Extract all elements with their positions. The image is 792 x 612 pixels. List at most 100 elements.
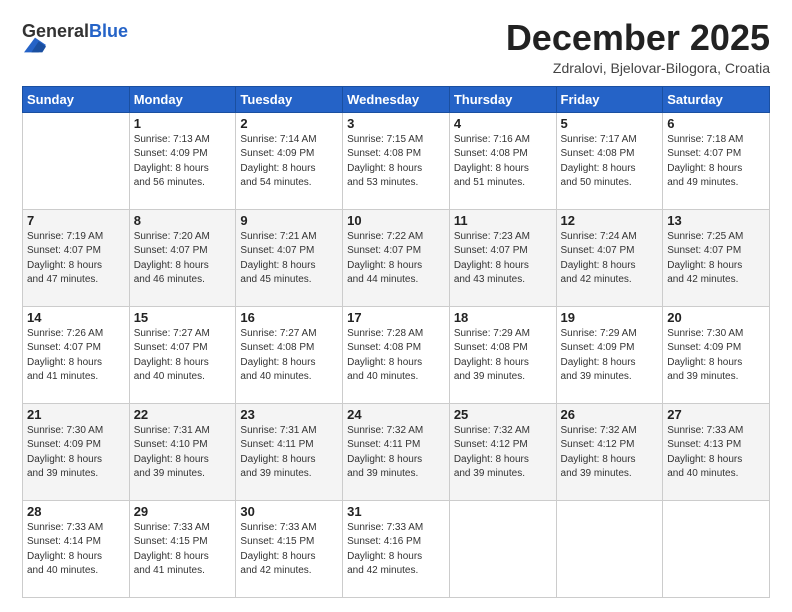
day-number: 13 [667,213,765,228]
day-number: 8 [134,213,232,228]
day-info: Sunrise: 7:30 AMSunset: 4:09 PMDaylight:… [27,424,125,482]
day-number: 25 [454,407,552,422]
table-row: 10Sunrise: 7:22 AMSunset: 4:07 PMDayligh… [343,209,450,306]
col-tuesday: Tuesday [236,86,343,112]
calendar-week-row: 14Sunrise: 7:26 AMSunset: 4:07 PMDayligh… [23,306,770,403]
day-number: 29 [134,504,232,519]
day-info: Sunrise: 7:31 AMSunset: 4:10 PMDaylight:… [134,424,232,482]
calendar-table: Sunday Monday Tuesday Wednesday Thursday… [22,86,770,598]
day-info: Sunrise: 7:32 AMSunset: 4:12 PMDaylight:… [454,424,552,482]
day-info: Sunrise: 7:24 AMSunset: 4:07 PMDaylight:… [561,230,659,288]
month-title: December 2025 [506,18,770,58]
day-number: 1 [134,116,232,131]
day-number: 31 [347,504,445,519]
day-number: 7 [27,213,125,228]
col-thursday: Thursday [449,86,556,112]
table-row [556,500,663,597]
day-info: Sunrise: 7:32 AMSunset: 4:11 PMDaylight:… [347,424,445,482]
day-info: Sunrise: 7:28 AMSunset: 4:08 PMDaylight:… [347,327,445,385]
page: GeneralBlue December 2025 Zdralovi, Bjel… [0,0,792,612]
day-info: Sunrise: 7:29 AMSunset: 4:08 PMDaylight:… [454,327,552,385]
day-info: Sunrise: 7:26 AMSunset: 4:07 PMDaylight:… [27,327,125,385]
table-row: 14Sunrise: 7:26 AMSunset: 4:07 PMDayligh… [23,306,130,403]
day-number: 3 [347,116,445,131]
day-number: 16 [240,310,338,325]
col-sunday: Sunday [23,86,130,112]
day-number: 30 [240,504,338,519]
table-row [23,112,130,209]
col-friday: Friday [556,86,663,112]
day-info: Sunrise: 7:16 AMSunset: 4:08 PMDaylight:… [454,133,552,191]
logo: GeneralBlue [22,22,128,61]
table-row: 18Sunrise: 7:29 AMSunset: 4:08 PMDayligh… [449,306,556,403]
day-number: 2 [240,116,338,131]
day-info: Sunrise: 7:13 AMSunset: 4:09 PMDaylight:… [134,133,232,191]
table-row: 22Sunrise: 7:31 AMSunset: 4:10 PMDayligh… [129,403,236,500]
day-info: Sunrise: 7:27 AMSunset: 4:07 PMDaylight:… [134,327,232,385]
table-row: 26Sunrise: 7:32 AMSunset: 4:12 PMDayligh… [556,403,663,500]
day-number: 15 [134,310,232,325]
title-block: December 2025 Zdralovi, Bjelovar-Bilogor… [506,18,770,76]
table-row: 25 Sunrise: 7:32 AMSunset: 4:12 PMDayligh… [449,403,556,500]
day-info: Sunrise: 7:14 AMSunset: 4:09 PMDaylight:… [240,133,338,191]
day-info: Sunrise: 7:30 AMSunset: 4:09 PMDaylight:… [667,327,765,385]
day-info: Sunrise: 7:33 AMSunset: 4:13 PMDaylight:… [667,424,765,482]
table-row: 17 Sunrise: 7:28 AMSunset: 4:08 PMDayligh… [343,306,450,403]
calendar-week-row: 21 Sunrise: 7:30 AMSunset: 4:09 PMDayligh… [23,403,770,500]
header: GeneralBlue December 2025 Zdralovi, Bjel… [22,18,770,76]
table-row: 30 Sunrise: 7:33 AMSunset: 4:15 PMDayligh… [236,500,343,597]
col-monday: Monday [129,86,236,112]
day-number: 17 [347,310,445,325]
table-row: 20 Sunrise: 7:30 AMSunset: 4:09 PMDayligh… [663,306,770,403]
day-number: 23 [240,407,338,422]
table-row: 7Sunrise: 7:19 AMSunset: 4:07 PMDaylight… [23,209,130,306]
day-number: 26 [561,407,659,422]
table-row: 13Sunrise: 7:25 AMSunset: 4:07 PMDayligh… [663,209,770,306]
table-row: 8 Sunrise: 7:20 AMSunset: 4:07 PMDaylight… [129,209,236,306]
table-row: 5 Sunrise: 7:17 AMSunset: 4:08 PMDaylight… [556,112,663,209]
table-row: 29Sunrise: 7:33 AMSunset: 4:15 PMDayligh… [129,500,236,597]
calendar-week-row: 7Sunrise: 7:19 AMSunset: 4:07 PMDaylight… [23,209,770,306]
day-info: Sunrise: 7:33 AMSunset: 4:15 PMDaylight:… [240,521,338,579]
day-number: 6 [667,116,765,131]
table-row: 28 Sunrise: 7:33 AMSunset: 4:14 PMDayligh… [23,500,130,597]
table-row: 6Sunrise: 7:18 AMSunset: 4:07 PMDaylight… [663,112,770,209]
table-row: 16 Sunrise: 7:27 AMSunset: 4:08 PMDayligh… [236,306,343,403]
day-info: Sunrise: 7:29 AMSunset: 4:09 PMDaylight:… [561,327,659,385]
table-row [663,500,770,597]
day-number: 4 [454,116,552,131]
table-row: 31Sunrise: 7:33 AMSunset: 4:16 PMDayligh… [343,500,450,597]
table-row: 23Sunrise: 7:31 AMSunset: 4:11 PMDayligh… [236,403,343,500]
table-row: 1 Sunrise: 7:13 AMSunset: 4:09 PMDaylight… [129,112,236,209]
day-info: Sunrise: 7:21 AMSunset: 4:07 PMDaylight:… [240,230,338,288]
table-row: 27Sunrise: 7:33 AMSunset: 4:13 PMDayligh… [663,403,770,500]
table-row: 19 Sunrise: 7:29 AMSunset: 4:09 PMDayligh… [556,306,663,403]
day-number: 21 [27,407,125,422]
logo-blue: Blue [89,21,128,41]
calendar-header-row: Sunday Monday Tuesday Wednesday Thursday… [23,86,770,112]
day-number: 20 [667,310,765,325]
table-row: 15 Sunrise: 7:27 AMSunset: 4:07 PMDayligh… [129,306,236,403]
day-info: Sunrise: 7:27 AMSunset: 4:08 PMDaylight:… [240,327,338,385]
table-row [449,500,556,597]
day-number: 11 [454,213,552,228]
logo-icon [24,34,46,56]
col-wednesday: Wednesday [343,86,450,112]
day-number: 19 [561,310,659,325]
day-number: 28 [27,504,125,519]
calendar-week-row: 1 Sunrise: 7:13 AMSunset: 4:09 PMDaylight… [23,112,770,209]
day-number: 9 [240,213,338,228]
day-info: Sunrise: 7:20 AMSunset: 4:07 PMDaylight:… [134,230,232,288]
table-row: 12 Sunrise: 7:24 AMSunset: 4:07 PMDayligh… [556,209,663,306]
col-saturday: Saturday [663,86,770,112]
table-row: 3 Sunrise: 7:15 AMSunset: 4:08 PMDaylight… [343,112,450,209]
day-number: 5 [561,116,659,131]
day-number: 10 [347,213,445,228]
day-info: Sunrise: 7:33 AMSunset: 4:14 PMDaylight:… [27,521,125,579]
table-row: 21 Sunrise: 7:30 AMSunset: 4:09 PMDayligh… [23,403,130,500]
table-row: 4 Sunrise: 7:16 AMSunset: 4:08 PMDaylight… [449,112,556,209]
day-info: Sunrise: 7:15 AMSunset: 4:08 PMDaylight:… [347,133,445,191]
day-info: Sunrise: 7:17 AMSunset: 4:08 PMDaylight:… [561,133,659,191]
calendar-week-row: 28 Sunrise: 7:33 AMSunset: 4:14 PMDayligh… [23,500,770,597]
day-number: 12 [561,213,659,228]
